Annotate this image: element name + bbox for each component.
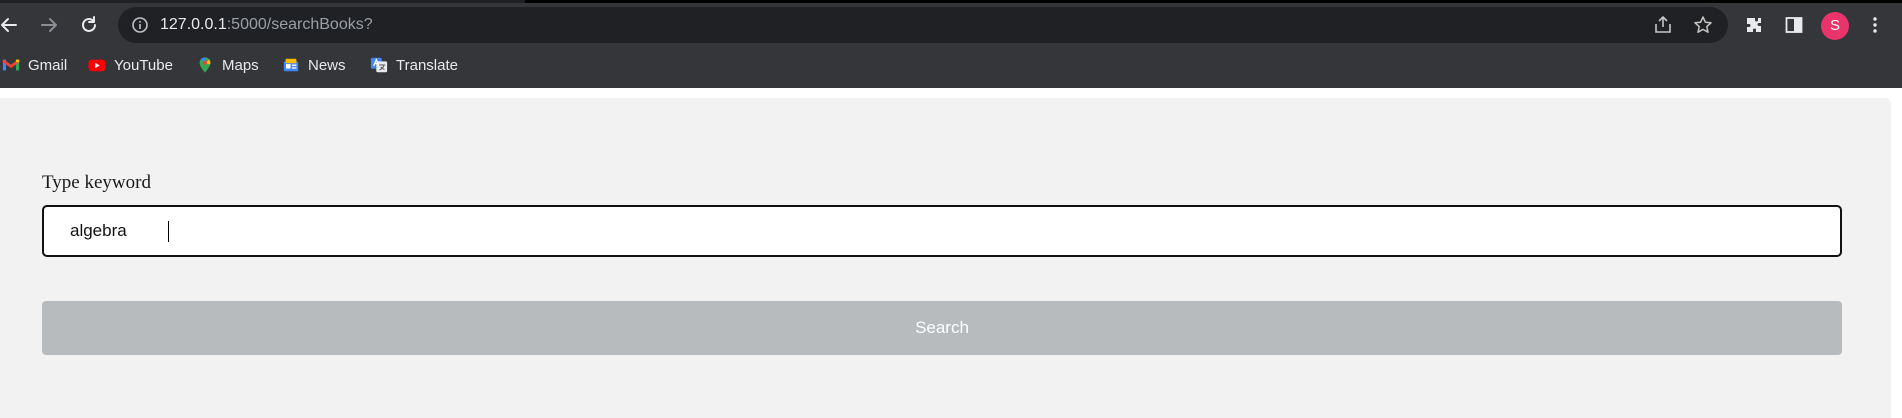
bookmark-translate[interactable]: Translate [370,50,458,80]
bookmark-label: YouTube [114,56,173,74]
bookmark-gmail[interactable]: Gmail [2,50,67,80]
keyword-input[interactable] [44,207,1840,255]
gmail-icon [2,59,20,71]
extensions-icon[interactable] [1740,11,1768,39]
url-text: 127.0.0.1:5000/searchBooks? [160,7,373,43]
translate-icon [370,57,388,73]
reload-icon[interactable] [74,10,104,40]
back-icon[interactable] [0,10,24,40]
news-icon [283,58,299,72]
maps-icon [199,57,211,73]
info-icon[interactable] [130,15,150,35]
search-form: Type keyword Search [0,98,1891,418]
url-path: :5000/searchBooks? [226,16,373,33]
text-caret [168,221,169,242]
bookmarks-bar: Gmail YouTube Maps News Translate [0,50,1902,80]
keyword-label: Type keyword [42,172,151,193]
browser-toolbar: 127.0.0.1:5000/searchBooks? S [0,3,1902,47]
youtube-icon [88,59,106,72]
bookmark-maps[interactable]: Maps [196,50,259,80]
bookmark-youtube[interactable]: YouTube [88,50,173,80]
bookmark-label: Maps [222,56,259,74]
page-content: Type keyword Search [0,88,1902,418]
keyword-input-box[interactable] [42,205,1842,257]
bookmark-label: News [308,56,346,74]
bookmark-label: Gmail [28,56,68,74]
forward-icon[interactable] [34,10,64,40]
kebab-menu-icon[interactable] [1861,11,1889,39]
avatar[interactable]: S [1821,12,1849,40]
url-host: 127.0.0.1 [160,16,227,33]
share-icon[interactable] [1651,13,1675,37]
address-bar[interactable]: 127.0.0.1:5000/searchBooks? [118,7,1728,43]
bookmark-news[interactable]: News [282,50,346,80]
side-panel-icon[interactable] [1780,11,1808,39]
browser-chrome: 127.0.0.1:5000/searchBooks? S Gmail YouT… [0,0,1902,88]
search-button[interactable]: Search [42,301,1842,355]
star-icon[interactable] [1691,13,1715,37]
bookmark-label: Translate [396,56,458,74]
